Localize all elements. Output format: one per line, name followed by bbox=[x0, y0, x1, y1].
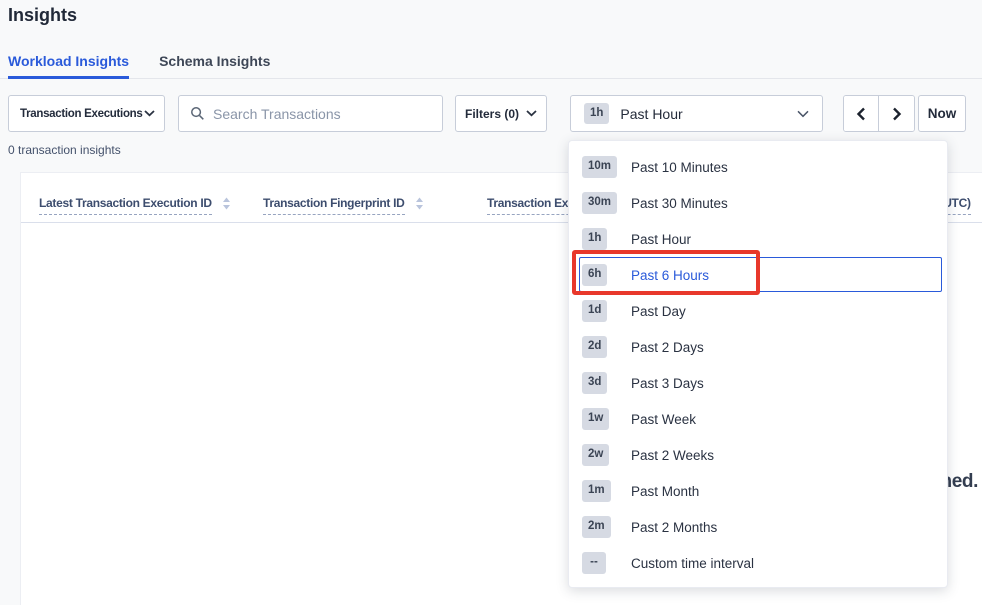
time-option-badge: 1d bbox=[582, 300, 607, 322]
time-option-label: Past Week bbox=[631, 412, 696, 427]
sort-icon[interactable] bbox=[222, 197, 231, 210]
time-option-label: Past 10 Minutes bbox=[631, 160, 728, 175]
time-range-label: Past Hour bbox=[620, 106, 682, 122]
time-option-past-30-minutes[interactable]: 30m Past 30 Minutes bbox=[569, 185, 947, 221]
time-option-badge-col: 1h bbox=[582, 228, 631, 250]
time-option-badge: 2d bbox=[582, 336, 607, 358]
page-title: Insights bbox=[8, 5, 77, 26]
sort-icon[interactable] bbox=[415, 197, 424, 210]
time-option-past-2-weeks[interactable]: 2w Past 2 Weeks bbox=[569, 437, 947, 473]
time-range-dropdown[interactable]: 10m Past 10 Minutes 30m Past 30 Minutes 1h Pa… bbox=[568, 140, 948, 588]
insight-type-select[interactable]: Transaction Executions bbox=[8, 95, 165, 132]
tab-bar: Workload Insights Schema Insights bbox=[0, 44, 982, 79]
time-option-badge-col: 2d bbox=[582, 336, 631, 358]
time-range-badge: 1h bbox=[584, 103, 609, 125]
tab-schema-insights[interactable]: Schema Insights bbox=[159, 53, 270, 78]
time-prev-button[interactable] bbox=[844, 96, 879, 131]
time-option-badge-col: 3d bbox=[582, 372, 631, 394]
insight-type-select-label: Transaction Executions bbox=[20, 108, 143, 120]
time-option-badge: 10m bbox=[582, 156, 617, 178]
time-option-badge-col: 30m bbox=[582, 192, 631, 214]
time-option-label: Past 2 Months bbox=[631, 520, 717, 535]
search-box bbox=[178, 95, 443, 132]
time-option-badge-col: 1w bbox=[582, 408, 631, 430]
time-range-select[interactable]: 1h Past Hour bbox=[570, 95, 823, 132]
chevron-right-icon bbox=[892, 107, 902, 121]
filters-button-label: Filters (0) bbox=[465, 107, 519, 121]
time-option-badge-col: 2m bbox=[582, 516, 631, 538]
time-option-past-10-minutes[interactable]: 10m Past 10 Minutes bbox=[569, 149, 947, 185]
time-option-label: Past Hour bbox=[631, 232, 691, 247]
time-option-badge-col: -- bbox=[582, 552, 631, 574]
time-option-badge: -- bbox=[582, 552, 606, 574]
now-button[interactable]: Now bbox=[918, 95, 966, 132]
time-option-badge: 6h bbox=[582, 264, 607, 286]
time-option-past-2-days[interactable]: 2d Past 2 Days bbox=[569, 329, 947, 365]
time-option-past-month[interactable]: 1m Past Month bbox=[569, 473, 947, 509]
time-option-badge-col: 2w bbox=[582, 444, 631, 466]
time-option-badge-col: 6h bbox=[582, 264, 631, 286]
insights-count: 0 transaction insights bbox=[8, 143, 121, 157]
time-option-badge-col: 10m bbox=[582, 156, 631, 178]
time-option-badge: 2w bbox=[582, 444, 609, 466]
time-option-past-3-days[interactable]: 3d Past 3 Days bbox=[569, 365, 947, 401]
time-step-buttons bbox=[843, 95, 915, 132]
chevron-down-icon bbox=[144, 110, 155, 117]
time-option-badge: 3d bbox=[582, 372, 607, 394]
chevron-down-icon bbox=[797, 110, 809, 118]
time-option-past-hour[interactable]: 1h Past Hour bbox=[569, 221, 947, 257]
time-option-label: Past 2 Days bbox=[631, 340, 704, 355]
time-option-past-6-hours[interactable]: 6h Past 6 Hours bbox=[569, 257, 947, 293]
time-option-label: Past Day bbox=[631, 304, 686, 319]
time-option-past-day[interactable]: 1d Past Day bbox=[569, 293, 947, 329]
time-option-badge: 1h bbox=[582, 228, 607, 250]
time-option-label: Past 3 Days bbox=[631, 376, 704, 391]
time-option-badge: 2m bbox=[582, 516, 611, 538]
column-label: Latest Transaction Execution ID bbox=[39, 196, 212, 215]
time-option-label: Custom time interval bbox=[631, 556, 754, 571]
chevron-down-icon bbox=[526, 110, 537, 117]
tab-workload-insights[interactable]: Workload Insights bbox=[8, 53, 129, 79]
search-icon bbox=[190, 106, 205, 121]
time-option-badge: 1m bbox=[582, 480, 611, 502]
chevron-left-icon bbox=[856, 107, 866, 121]
filters-button[interactable]: Filters (0) bbox=[455, 95, 547, 132]
time-option-past-week[interactable]: 1w Past Week bbox=[569, 401, 947, 437]
insights-page: Insights Workload Insights Schema Insigh… bbox=[0, 0, 982, 605]
time-option-label: Past Month bbox=[631, 484, 699, 499]
search-input[interactable] bbox=[213, 106, 431, 122]
time-option-label: Past 6 Hours bbox=[631, 268, 709, 283]
time-option-badge: 30m bbox=[582, 192, 617, 214]
time-option-custom-time-interval[interactable]: -- Custom time interval bbox=[569, 545, 947, 581]
column-header-transaction-fingerprint-id[interactable]: Transaction Fingerprint ID bbox=[263, 196, 424, 215]
time-option-badge: 1w bbox=[582, 408, 609, 430]
time-option-label: Past 2 Weeks bbox=[631, 448, 714, 463]
time-option-label: Past 30 Minutes bbox=[631, 196, 728, 211]
column-header-latest-transaction-execution-id[interactable]: Latest Transaction Execution ID bbox=[39, 196, 231, 215]
time-option-badge-col: 1m bbox=[582, 480, 631, 502]
column-label: Transaction Fingerprint ID bbox=[263, 196, 405, 215]
time-option-past-2-months[interactable]: 2m Past 2 Months bbox=[569, 509, 947, 545]
time-next-button[interactable] bbox=[879, 96, 914, 131]
time-option-badge-col: 1d bbox=[582, 300, 631, 322]
